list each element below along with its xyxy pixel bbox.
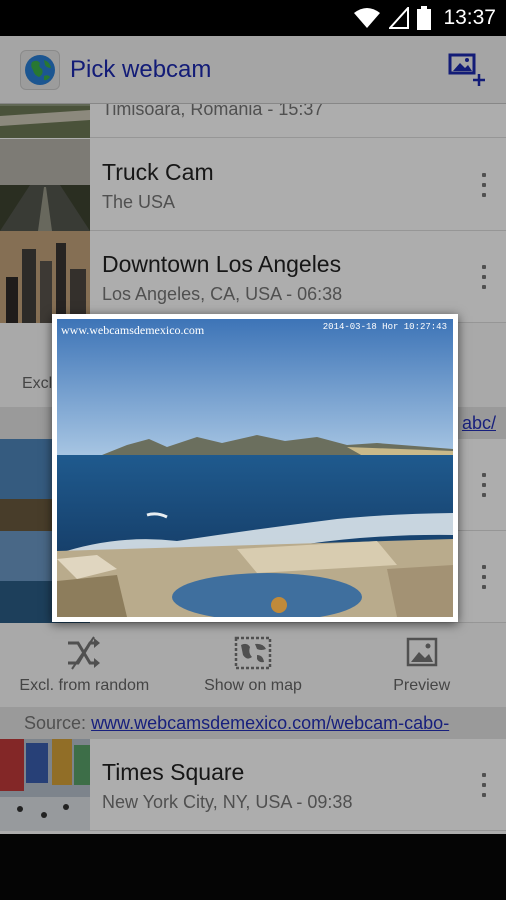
battery-icon — [417, 6, 432, 30]
webcam-preview-image: www.webcamsdemexico.com 2014-03-18 Hor 1… — [57, 319, 453, 617]
webcam-preview-popup[interactable]: www.webcamsdemexico.com 2014-03-18 Hor 1… — [52, 314, 458, 622]
preview-timestamp: 2014-03-18 Hor 10:27:43 — [322, 322, 447, 332]
signal-icon — [389, 7, 410, 29]
navigation-bar — [0, 834, 506, 900]
preview-watermark: www.webcamsdemexico.com — [61, 323, 205, 337]
status-bar: 13:37 — [0, 0, 506, 36]
clock: 13:37 — [443, 6, 496, 29]
screen: 13:37 Pick webcam Timisoara, Romania - 1… — [0, 0, 506, 900]
wifi-icon — [354, 8, 381, 28]
